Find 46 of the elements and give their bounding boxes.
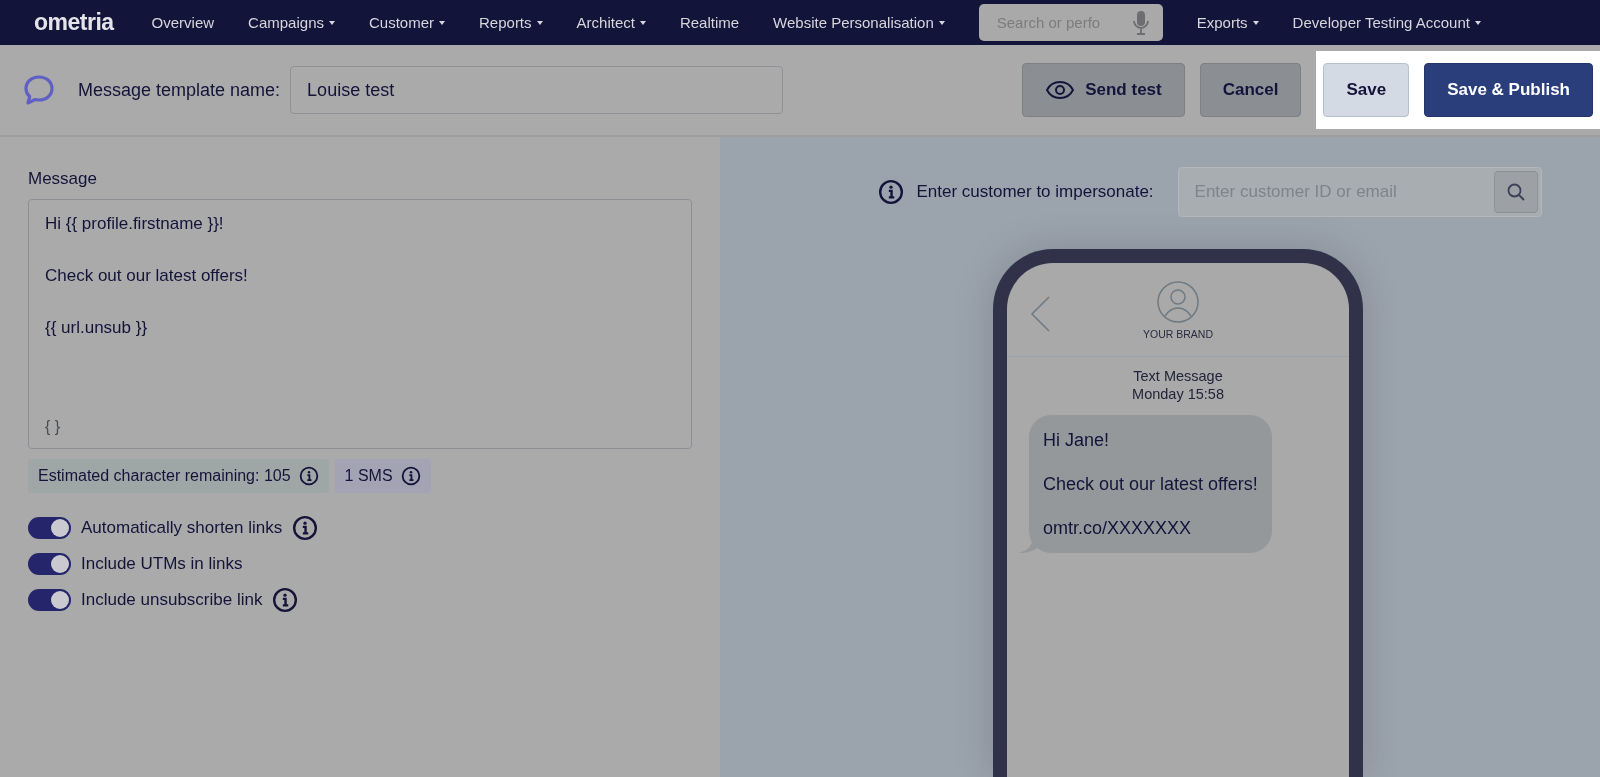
info-icon[interactable] xyxy=(292,515,319,541)
toggle-switch[interactable] xyxy=(28,517,71,539)
nav-item[interactable]: Customer xyxy=(369,14,445,31)
back-chevron-icon xyxy=(1029,295,1051,333)
nav-item[interactable]: Reports xyxy=(479,14,543,31)
info-icon[interactable] xyxy=(298,466,319,486)
sms-text: omtr.co/XXXXXXX xyxy=(1043,517,1193,539)
message-label: Message xyxy=(28,169,98,189)
info-icon[interactable] xyxy=(878,179,905,205)
insert-variable-button[interactable]: { } xyxy=(45,418,61,436)
toggle-label: Include unsubscribe link xyxy=(81,590,263,610)
action-button[interactable]: Save & Publish xyxy=(1424,63,1593,117)
chat-bubble-icon xyxy=(22,73,56,107)
action-button[interactable]: Save xyxy=(1323,63,1410,117)
logo[interactable]: ometria xyxy=(34,9,114,36)
nav-item[interactable]: Exports xyxy=(1196,14,1259,31)
sms-text: Hi Jane! xyxy=(1043,429,1111,451)
eye-icon xyxy=(1045,80,1076,100)
brand-name: YOUR BRAND xyxy=(1143,327,1213,340)
message-timestamp: Monday 15:58 xyxy=(1131,385,1225,403)
action-button[interactable]: Send test xyxy=(1022,63,1185,117)
avatar-icon xyxy=(1156,279,1200,324)
info-icon[interactable] xyxy=(272,587,299,613)
nav-item[interactable]: Campaigns xyxy=(248,14,335,31)
message-field[interactable]: Hi {{ profile.firstname }}! Check out our latest offers! {{ url.unsub }} { } xyxy=(28,199,692,449)
toggle-switch[interactable] xyxy=(28,553,71,575)
nav-item[interactable]: Website Personalisation xyxy=(773,14,945,31)
info-icon[interactable] xyxy=(400,466,421,486)
toggle-label: Include UTMs in links xyxy=(81,554,243,574)
chip-text: Estimated character remaining: 105 xyxy=(38,467,291,485)
message-text[interactable]: Hi {{ profile.firstname }}! Check out our latest offers! {{ url.unsub }} xyxy=(45,212,675,340)
search-icon xyxy=(1505,182,1526,202)
sms-text: Check out our latest offers! xyxy=(1043,473,1258,495)
chip-text: 1 SMS xyxy=(344,467,393,485)
toggle-label: Automatically shorten links xyxy=(81,518,283,538)
nav-item[interactable]: Realtime xyxy=(679,14,740,31)
impersonate-label: Enter customer to impersonate: xyxy=(916,182,1154,202)
action-button[interactable]: Cancel xyxy=(1199,63,1302,117)
nav-item[interactable]: Architect xyxy=(576,14,646,31)
search-button[interactable] xyxy=(1493,171,1538,213)
template-name-field[interactable]: Louise test xyxy=(290,66,784,114)
template-name-label: Message template name: xyxy=(78,79,281,101)
toggle-switch[interactable] xyxy=(28,589,71,611)
nav-item[interactable]: Developer Testing Account xyxy=(1292,14,1481,31)
nav-item[interactable]: Overview xyxy=(151,14,215,31)
message-type-label: Text Message xyxy=(1132,367,1224,385)
